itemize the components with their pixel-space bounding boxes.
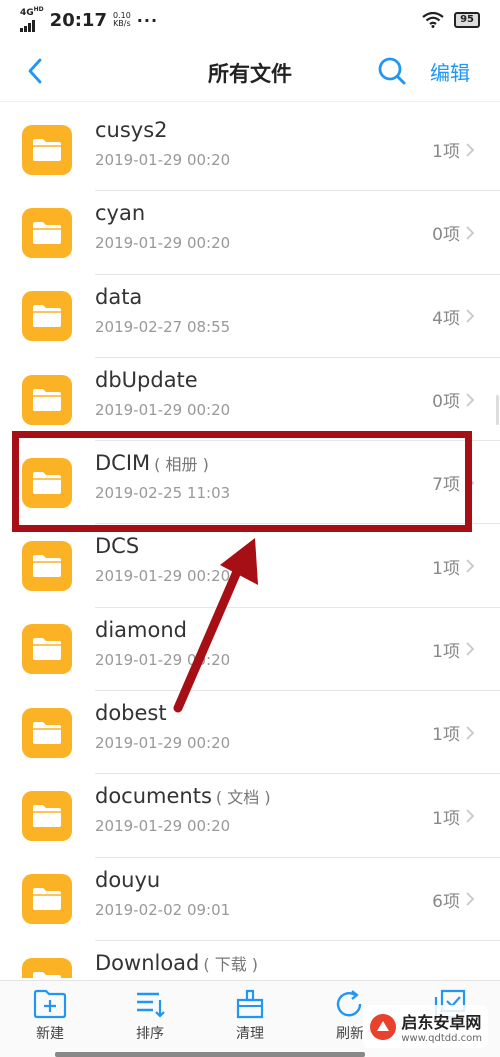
folder-icon xyxy=(22,207,72,258)
folder-icon xyxy=(22,291,72,342)
highlight-box xyxy=(12,431,472,532)
file-name: cyan xyxy=(95,201,146,226)
edit-button[interactable]: 编辑 xyxy=(430,57,470,86)
file-row-documents[interactable]: documents( 文档 ) 2019-01-29 00:20 1项 xyxy=(0,774,500,858)
file-name: dobest xyxy=(95,701,167,726)
file-name: data xyxy=(95,284,143,309)
folder-icon xyxy=(22,957,72,978)
annotation-arrow-icon xyxy=(173,538,258,713)
watermark: 启东安卓网 www.qdtdd.com xyxy=(363,1005,488,1048)
home-indicator xyxy=(55,1052,365,1057)
folder-icon xyxy=(22,124,72,175)
back-button[interactable] xyxy=(20,56,50,86)
item-count: 1项 xyxy=(432,725,460,746)
chevron-right-icon xyxy=(466,809,475,823)
folder-icon xyxy=(22,541,72,592)
item-count: 1项 xyxy=(432,808,460,829)
page-title: 所有文件 xyxy=(208,62,292,86)
app-header: 所有文件 编辑 xyxy=(0,40,500,102)
file-name: cusys2 xyxy=(95,118,168,142)
file-name: douyu xyxy=(95,867,161,892)
item-count: 1项 xyxy=(432,641,460,662)
search-button[interactable] xyxy=(376,55,408,87)
folder-icon xyxy=(22,874,72,925)
net-speed: 0.10 KB/s xyxy=(112,11,131,28)
item-count: 4项 xyxy=(432,308,460,329)
file-tag: ( 下载 ) xyxy=(203,954,259,974)
item-count: 0项 xyxy=(432,392,460,413)
file-name: documents xyxy=(95,784,212,809)
file-date: 2019-01-29 00:20 xyxy=(95,817,231,836)
file-row-download[interactable]: Download( 下载 ) xyxy=(0,941,500,978)
file-row-data[interactable]: data 2019-02-27 08:55 4项 xyxy=(0,275,500,358)
sort-label: 排序 xyxy=(136,1026,164,1042)
chevron-right-icon xyxy=(466,559,475,573)
status-bar: 4GHD 20:17 0.10 KB/s ··· 95 xyxy=(0,0,500,40)
new-folder-icon xyxy=(33,989,67,1019)
clean-label: 清理 xyxy=(236,1026,264,1042)
file-date: 2019-01-29 00:20 xyxy=(95,734,231,753)
item-count: 6项 xyxy=(432,891,460,912)
file-name: Download xyxy=(95,950,200,975)
folder-icon xyxy=(22,707,72,758)
file-row-cusys2[interactable]: cusys2 2019-01-29 00:20 1项 xyxy=(0,108,500,192)
chevron-left-icon xyxy=(28,58,42,84)
chevron-right-icon xyxy=(466,642,475,657)
file-date: 2019-01-29 00:20 xyxy=(95,234,231,253)
chevron-right-icon xyxy=(466,226,475,240)
chevron-right-icon xyxy=(466,309,475,323)
more-notifications-icon: ··· xyxy=(136,10,159,30)
file-tag: ( 文档 ) xyxy=(215,788,271,808)
scrollbar[interactable] xyxy=(496,395,499,425)
file-date: 2019-01-29 00:20 xyxy=(95,151,231,169)
refresh-label: 刷新 xyxy=(336,1026,364,1042)
clock: 20:17 xyxy=(49,9,107,31)
refresh-icon xyxy=(336,990,362,1017)
item-count: 1项 xyxy=(432,142,460,163)
signal-icon xyxy=(20,19,35,32)
watermark-url: www.qdtdd.com xyxy=(401,1033,482,1044)
chevron-right-icon xyxy=(466,726,475,740)
battery-icon: 95 xyxy=(454,12,480,28)
folder-icon xyxy=(22,624,72,675)
file-row-douyu[interactable]: douyu 2019-02-02 09:01 6项 xyxy=(0,858,500,941)
sort-icon xyxy=(137,992,165,1018)
sort-button[interactable]: 排序 xyxy=(100,981,200,1057)
file-row-dbupdate[interactable]: dbUpdate 2019-01-29 00:20 0项 xyxy=(0,358,500,442)
file-row-cyan[interactable]: cyan 2019-01-29 00:20 0项 xyxy=(0,191,500,275)
clean-button[interactable]: 清理 xyxy=(200,981,300,1057)
file-name: DCS xyxy=(95,534,140,559)
watermark-name: 启东安卓网 xyxy=(401,1013,482,1032)
network-indicator: 4GHD xyxy=(20,5,44,36)
broom-icon xyxy=(236,989,264,1019)
item-count: 1项 xyxy=(432,558,460,579)
chevron-right-icon xyxy=(466,392,475,407)
file-name: dbUpdate xyxy=(95,367,198,392)
file-date: 2019-01-29 00:20 xyxy=(95,400,231,419)
wifi-icon xyxy=(422,12,444,28)
file-date: 2019-02-27 08:55 xyxy=(95,317,231,336)
folder-icon xyxy=(22,791,72,842)
chevron-right-icon xyxy=(466,143,475,157)
search-icon xyxy=(378,57,406,85)
folder-icon xyxy=(22,374,72,425)
file-date: 2019-02-02 09:01 xyxy=(95,900,231,919)
chevron-right-icon xyxy=(466,892,475,906)
watermark-logo-icon xyxy=(370,1013,397,1040)
item-count: 0项 xyxy=(432,225,460,246)
new-label: 新建 xyxy=(36,1026,64,1042)
new-button[interactable]: 新建 xyxy=(0,981,100,1057)
